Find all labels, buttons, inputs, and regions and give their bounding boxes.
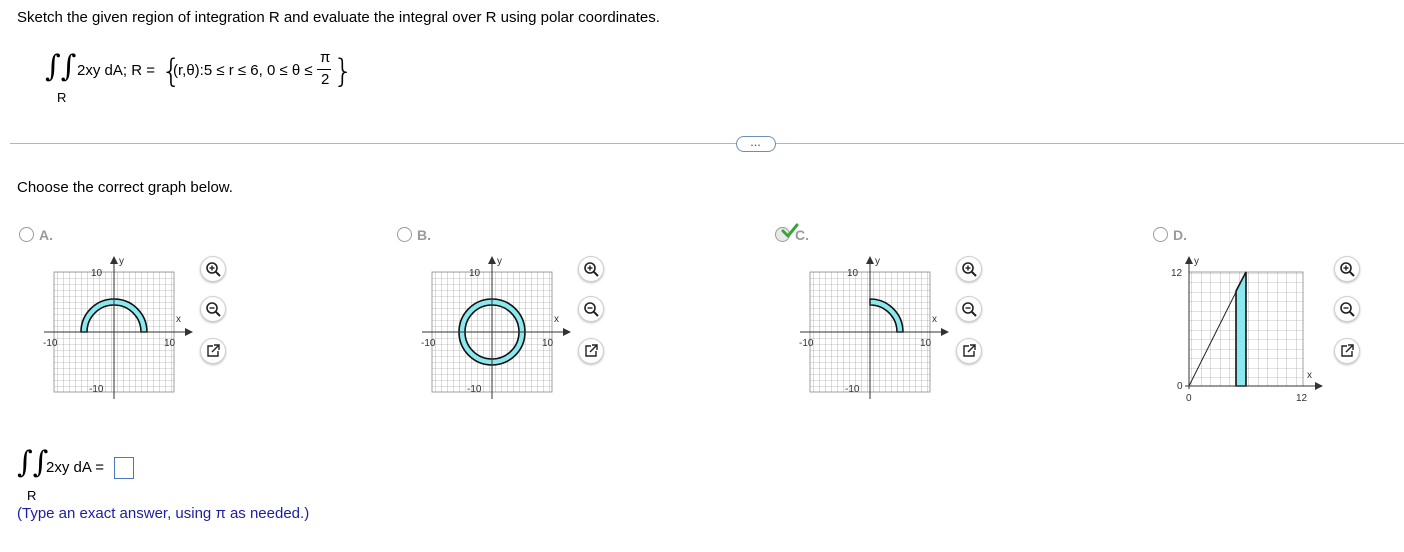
graph-a[interactable]: y x 10 -10 10 -10 xyxy=(39,254,199,404)
region-set-text: (r,θ):5 ≤ r ≤ 6, 0 ≤ θ ≤ xyxy=(173,62,313,79)
question-instruction: Sketch the given region of integration R… xyxy=(17,9,660,26)
open-new-window-icon xyxy=(963,344,976,357)
zoom-out-button[interactable] xyxy=(578,296,604,322)
zoom-out-button[interactable] xyxy=(956,296,982,322)
axis-y-label: y xyxy=(497,256,502,267)
graph-b[interactable]: y x 10 -10 10 -10 xyxy=(417,254,577,404)
zoom-out-button[interactable] xyxy=(200,296,226,322)
radio-b[interactable] xyxy=(397,227,412,242)
zoom-out-button[interactable] xyxy=(1334,296,1360,322)
tick-right: 10 xyxy=(542,338,554,349)
axis-x-label: x xyxy=(1307,370,1312,381)
tick-left: -10 xyxy=(421,338,436,349)
integrand-text: 2xy dA; R = xyxy=(77,62,155,79)
tick-bottom: -10 xyxy=(89,384,104,395)
tick-origin-x: 0 xyxy=(1186,393,1192,404)
radio-d[interactable] xyxy=(1153,227,1168,242)
option-letter-b: B. xyxy=(417,227,431,243)
option-a[interactable]: A. y x 10 -10 10 -10 xyxy=(19,226,339,416)
option-d[interactable]: D. y x 12 0 0 12 xyxy=(1153,226,1404,416)
answer-row: ∫∫ 2xy dA = R xyxy=(17,446,217,506)
axis-y-label: y xyxy=(119,256,124,267)
open-new-window-button[interactable] xyxy=(1334,338,1360,364)
option-letter-d: D. xyxy=(1173,227,1187,243)
tick-right: 12 xyxy=(1296,393,1308,404)
open-new-window-icon xyxy=(207,344,220,357)
answer-hint: (Type an exact answer, using π as needed… xyxy=(17,505,310,522)
graph-d[interactable]: y x 12 0 0 12 xyxy=(1163,254,1338,414)
radio-a[interactable] xyxy=(19,227,34,242)
open-new-window-button[interactable] xyxy=(578,338,604,364)
open-new-window-icon xyxy=(585,344,598,357)
answer-subscript: R xyxy=(27,488,37,503)
tick-left: -10 xyxy=(43,338,58,349)
zoom-in-icon xyxy=(584,262,599,277)
tick-top: 12 xyxy=(1171,268,1183,279)
option-c[interactable]: C. y x 10 -10 10 -10 xyxy=(775,223,1095,416)
open-new-window-icon xyxy=(1341,344,1354,357)
axis-y-label: y xyxy=(875,256,880,267)
tick-left: -10 xyxy=(799,338,814,349)
expand-button[interactable]: ... xyxy=(736,136,776,152)
zoom-in-button[interactable] xyxy=(578,256,604,282)
pi-denominator: 2 xyxy=(321,71,330,88)
axis-x-label: x xyxy=(554,314,559,325)
zoom-in-icon xyxy=(1340,262,1355,277)
answer-input[interactable] xyxy=(114,457,134,479)
choose-prompt: Choose the correct graph below. xyxy=(17,179,233,196)
divider-line xyxy=(10,143,1404,144)
tick-origin-y: 0 xyxy=(1177,381,1183,392)
zoom-in-button[interactable] xyxy=(956,256,982,282)
tick-right: 10 xyxy=(164,338,176,349)
question-integral: ∫∫ 2xy dA; R = { (r,θ):5 ≤ r ≤ 6, 0 ≤ θ … xyxy=(45,48,365,108)
axis-y-label: y xyxy=(1194,256,1199,267)
zoom-in-icon xyxy=(206,262,221,277)
open-new-window-button[interactable] xyxy=(200,338,226,364)
tick-bottom: -10 xyxy=(845,384,860,395)
zoom-in-icon xyxy=(962,262,977,277)
answer-integrand: 2xy dA = xyxy=(46,459,104,476)
tick-top: 10 xyxy=(469,268,481,279)
zoom-in-button[interactable] xyxy=(1334,256,1360,282)
option-b[interactable]: B. y x 10 -10 10 -10 xyxy=(397,226,717,416)
zoom-out-icon xyxy=(1340,302,1355,317)
zoom-in-button[interactable] xyxy=(200,256,226,282)
right-brace: } xyxy=(333,52,354,90)
double-integral-symbol: ∫∫ xyxy=(17,445,49,480)
double-integral-symbol: ∫∫ xyxy=(45,49,77,84)
tick-bottom: -10 xyxy=(467,384,482,395)
option-letter-a: A. xyxy=(39,227,53,243)
axis-x-label: x xyxy=(932,314,937,325)
tick-top: 10 xyxy=(91,268,103,279)
zoom-out-icon xyxy=(584,302,599,317)
region-subscript: R xyxy=(57,90,67,105)
zoom-out-icon xyxy=(206,302,221,317)
pi-numerator: π xyxy=(320,49,331,66)
graph-c[interactable]: y x 10 -10 10 -10 xyxy=(795,254,955,404)
tick-right: 10 xyxy=(920,338,932,349)
axis-x-label: x xyxy=(176,314,181,325)
option-letter-c: C. xyxy=(795,227,809,243)
tick-top: 10 xyxy=(847,268,859,279)
zoom-out-icon xyxy=(962,302,977,317)
fraction-bar xyxy=(317,69,331,70)
open-new-window-button[interactable] xyxy=(956,338,982,364)
